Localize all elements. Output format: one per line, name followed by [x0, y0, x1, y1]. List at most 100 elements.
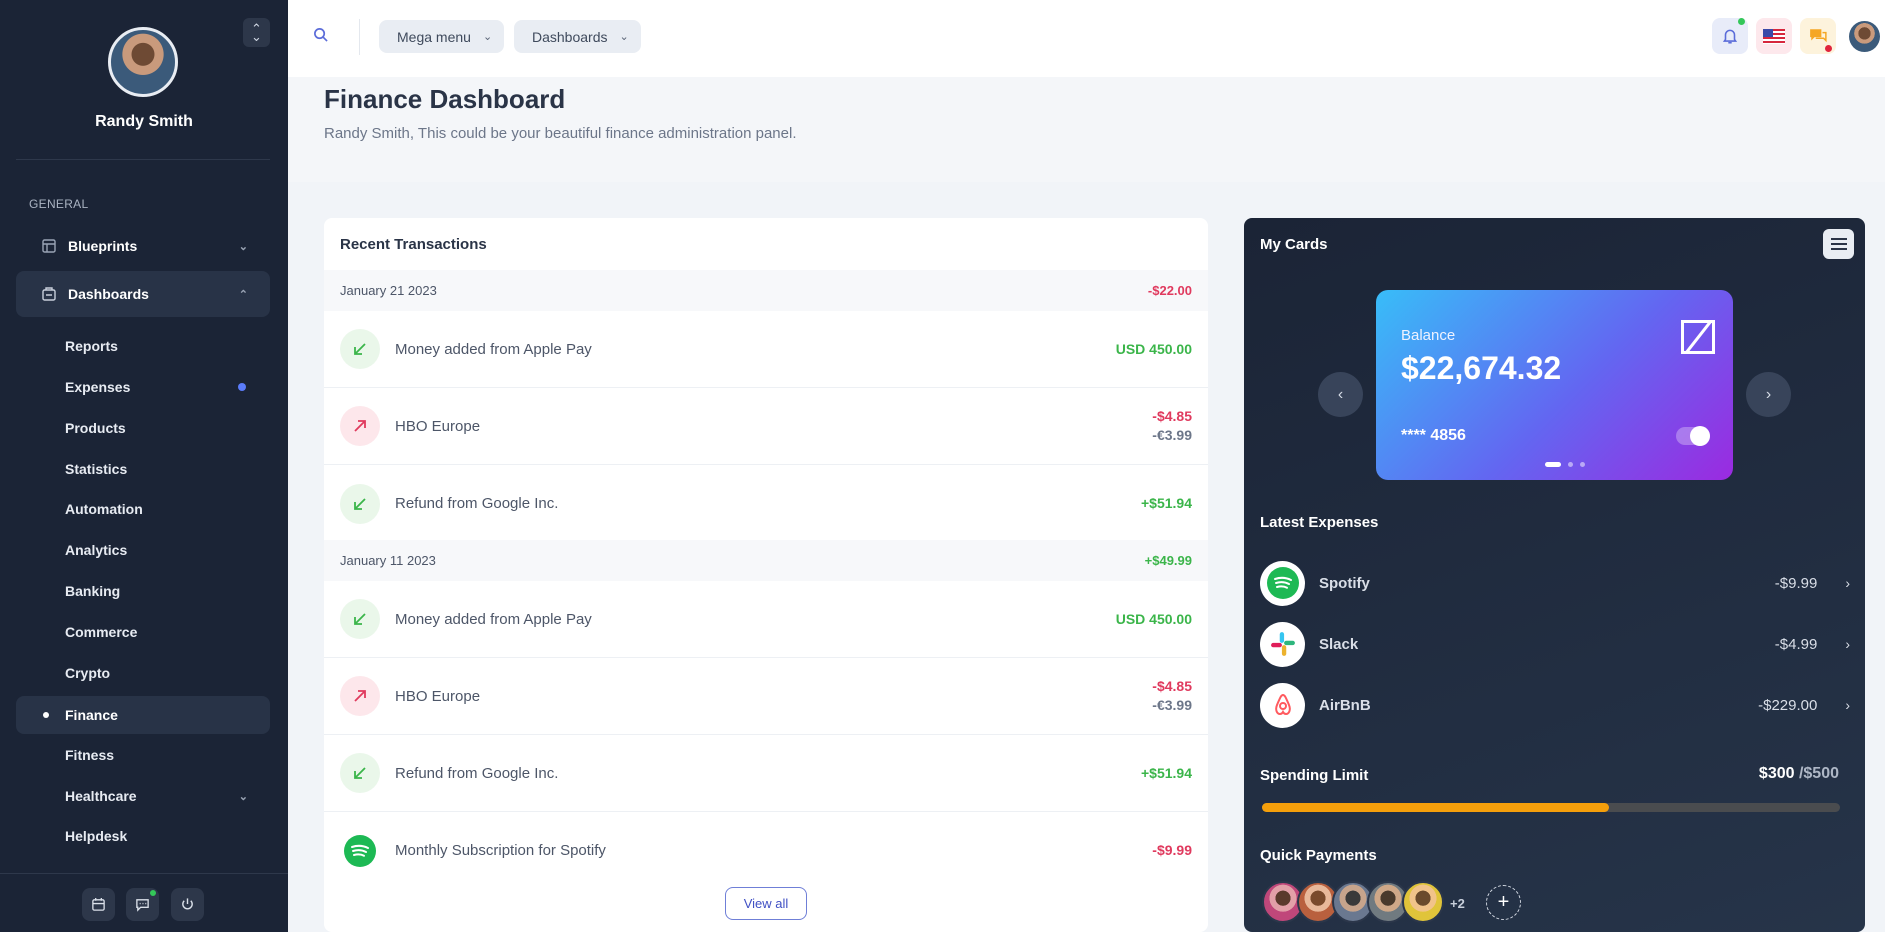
- chevron-down-icon: ⌄: [482, 31, 493, 43]
- user-name: Randy Smith: [95, 113, 193, 130]
- slack-icon: [1260, 621, 1305, 667]
- spending-limit-bar: [1262, 803, 1840, 812]
- blueprint-icon: [40, 237, 58, 255]
- sidebar-item-commerce[interactable]: Commerce: [16, 613, 270, 651]
- carousel-dot[interactable]: [1568, 462, 1573, 467]
- chevron-down-icon: ⌄: [619, 31, 629, 43]
- sidebar-item-label: Finance: [65, 707, 118, 723]
- carousel-dots: [1545, 462, 1585, 467]
- arrow-down-left-icon: [340, 483, 380, 524]
- transaction-amounts: -$4.85 -€3.99: [1152, 407, 1192, 445]
- notification-dot: [1738, 18, 1745, 25]
- expense-row-spotify[interactable]: Spotify -$9.99 ›: [1260, 560, 1850, 606]
- card-number: **** 4856: [1401, 427, 1466, 444]
- expense-value: -$229.00: [1758, 696, 1818, 714]
- transaction-row[interactable]: Money added from Apple Pay USD 450.00: [324, 311, 1208, 388]
- power-icon: [182, 898, 193, 910]
- sidebar-item-label: Blueprints: [68, 238, 138, 254]
- sidebar-collapse-toggle[interactable]: ⌃ ⌄: [243, 18, 270, 47]
- transaction-description: Refund from Google Inc.: [395, 495, 559, 512]
- chat-icon: [136, 899, 149, 912]
- logout-button[interactable]: [171, 888, 204, 921]
- sidebar-item-reports[interactable]: Reports: [16, 327, 270, 365]
- chevron-right-icon: ›: [1845, 697, 1850, 713]
- chevron-right-icon: ›: [1845, 636, 1850, 652]
- notification-dot: [1825, 45, 1832, 52]
- calendar-button[interactable]: [82, 888, 115, 921]
- mega-menu-button[interactable]: Mega menu ⌄: [379, 20, 505, 53]
- calendar-icon: [92, 897, 105, 911]
- card-toggle[interactable]: [1676, 426, 1710, 446]
- chevron-right-icon: ›: [1845, 575, 1850, 591]
- sidebar-item-products[interactable]: Products: [16, 409, 270, 447]
- carousel-dot[interactable]: [1580, 462, 1585, 467]
- add-payment-button[interactable]: +: [1486, 885, 1521, 920]
- more-contacts-count[interactable]: +2: [1450, 896, 1465, 911]
- us-flag-icon: [1763, 28, 1785, 44]
- user-avatar[interactable]: [1849, 21, 1880, 52]
- previous-card-button[interactable]: ‹: [1318, 372, 1363, 417]
- transaction-date: January 21 2023: [340, 283, 437, 298]
- transaction-secondary-amount: -€3.99: [1152, 697, 1192, 713]
- transaction-row[interactable]: Refund from Google Inc. +$51.94: [324, 735, 1208, 812]
- sidebar-item-analytics[interactable]: Analytics: [16, 531, 270, 569]
- chat-button[interactable]: [1800, 18, 1836, 54]
- sidebar-item-blueprints[interactable]: Blueprints ⌄: [16, 223, 270, 269]
- spending-limit-value: $300 /$500: [1759, 765, 1839, 783]
- sidebar-item-label: Healthcare: [65, 788, 137, 804]
- sidebar-item-fitness[interactable]: Fitness: [16, 736, 270, 774]
- transaction-date-total: -$22.00: [1147, 283, 1192, 298]
- sidebar-item-label: Helpdesk: [65, 828, 128, 844]
- card-balance-label: Balance: [1401, 327, 1456, 344]
- transaction-row[interactable]: Money added from Apple Pay USD 450.00: [324, 581, 1208, 658]
- sidebar-item-finance[interactable]: Finance: [16, 696, 270, 734]
- transaction-row[interactable]: HBO Europe -$4.85 -€3.99: [324, 388, 1208, 465]
- dashboards-menu-button[interactable]: Dashboards ⌄: [514, 20, 641, 53]
- language-button[interactable]: [1756, 18, 1792, 54]
- expense-name: AirBnB: [1319, 696, 1371, 714]
- transaction-description: Money added from Apple Pay: [395, 340, 592, 358]
- sidebar-footer: [0, 873, 288, 932]
- transaction-row[interactable]: Refund from Google Inc. +$51.94: [324, 465, 1208, 542]
- chevron-down-icon: ⌄: [251, 28, 262, 44]
- sidebar-item-label: Automation: [65, 501, 143, 517]
- sidebar-item-statistics[interactable]: Statistics: [16, 450, 270, 488]
- contact-avatar[interactable]: [1402, 881, 1444, 923]
- next-card-button[interactable]: ›: [1746, 372, 1791, 417]
- sidebar-item-expenses[interactable]: Expenses: [16, 368, 270, 406]
- transaction-description: HBO Europe: [395, 417, 481, 435]
- transaction-row[interactable]: HBO Europe -$4.85 -€3.99: [324, 658, 1208, 735]
- transaction-amount: +$51.94: [1141, 495, 1192, 511]
- sidebar-item-helpdesk[interactable]: Helpdesk: [16, 817, 270, 855]
- card-title: Recent Transactions: [340, 236, 487, 253]
- view-all-button[interactable]: View all: [725, 887, 807, 920]
- active-bullet: [43, 712, 49, 718]
- sidebar-divider: [16, 159, 270, 160]
- sidebar-item-dashboards[interactable]: Dashboards ⌃: [16, 271, 270, 317]
- topbar: Mega menu ⌄ Dashboards ⌄: [288, 0, 1885, 77]
- menu-icon: [1830, 238, 1847, 240]
- user-avatar[interactable]: [108, 27, 178, 97]
- expense-row-slack[interactable]: Slack -$4.99 ›: [1260, 621, 1850, 667]
- credit-card[interactable]: Balance $22,674.32 **** 4856: [1376, 290, 1733, 480]
- card-title: My Cards: [1260, 236, 1328, 253]
- messages-button[interactable]: [126, 888, 159, 921]
- cards-menu-button[interactable]: [1823, 229, 1854, 259]
- sidebar-item-crypto[interactable]: Crypto: [16, 654, 270, 692]
- arrow-down-left-icon: [340, 329, 380, 369]
- recent-transactions-card: Recent Transactions January 21 2023 -$22…: [324, 218, 1208, 932]
- sidebar-item-banking[interactable]: Banking: [16, 572, 270, 610]
- expense-row-airbnb[interactable]: AirBnB -$229.00 ›: [1260, 682, 1850, 728]
- carousel-dot[interactable]: [1545, 462, 1561, 467]
- arrow-down-left-icon: [340, 753, 380, 793]
- arrow-up-right-icon: [340, 406, 380, 446]
- search-button[interactable]: [313, 27, 328, 47]
- notification-dot: [238, 383, 246, 391]
- search-icon: [314, 28, 328, 42]
- transaction-row[interactable]: Monthly Subscription for Spotify -$9.99: [324, 812, 1208, 889]
- sidebar-item-healthcare[interactable]: Healthcare ⌄: [16, 777, 270, 815]
- sidebar-item-automation[interactable]: Automation: [16, 490, 270, 528]
- notifications-button[interactable]: [1712, 18, 1748, 54]
- transaction-description: Monthly Subscription for Spotify: [395, 842, 606, 859]
- transaction-date-total: +$49.99: [1144, 553, 1192, 568]
